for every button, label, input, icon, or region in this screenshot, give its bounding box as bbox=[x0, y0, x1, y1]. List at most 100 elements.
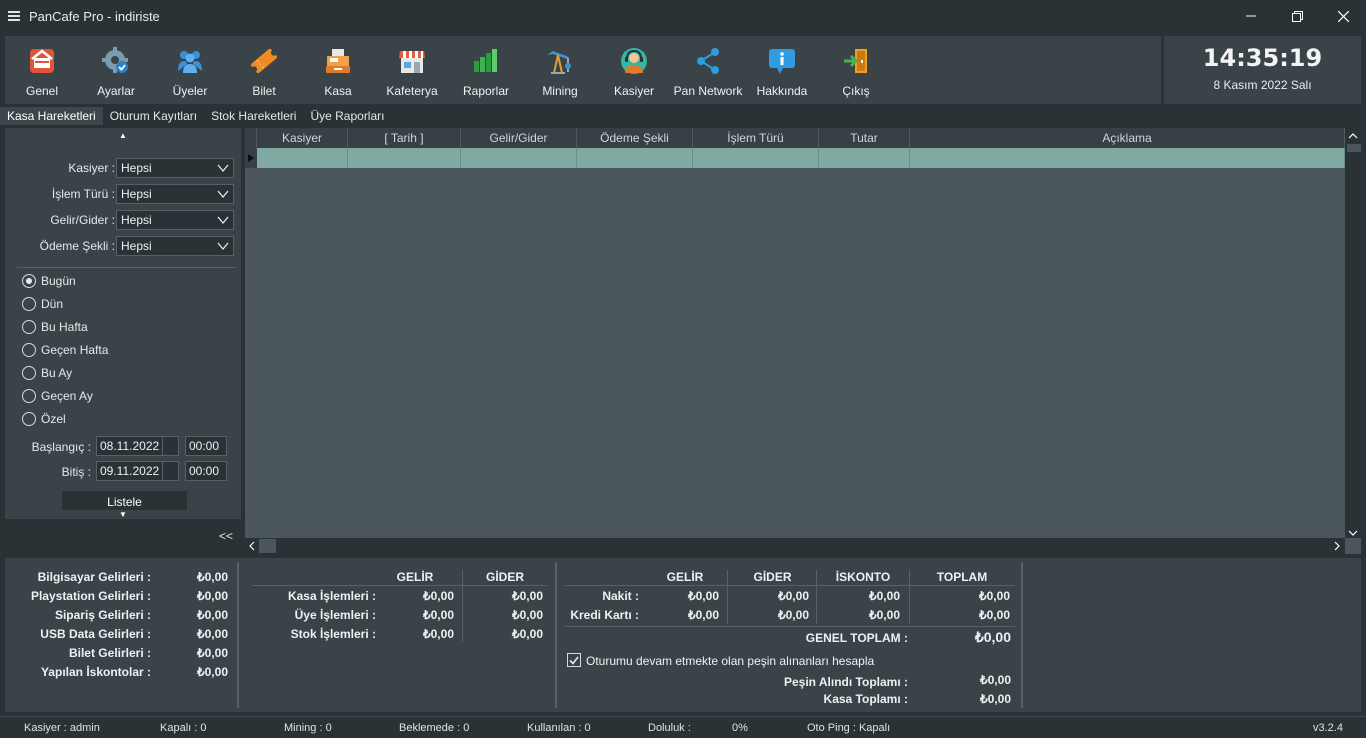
kasa-toplami-value: ₺0,00 bbox=[980, 692, 1011, 706]
pesin-hesapla-checkbox[interactable] bbox=[567, 653, 581, 667]
scroll-down-arrow-icon[interactable] bbox=[1348, 528, 1358, 539]
start-time-input[interactable]: 00:00 bbox=[185, 436, 227, 456]
column-header-odeme-sekli[interactable]: Ödeme Şekli bbox=[577, 128, 693, 148]
table-cell[interactable] bbox=[819, 148, 910, 168]
radio-ozel[interactable]: Özel bbox=[22, 411, 66, 427]
table-cell[interactable] bbox=[693, 148, 819, 168]
gelir-gider-filter: Gelir/Gider : Hepsi bbox=[5, 210, 241, 230]
bilgisayar-gelirleri-value: ₺0,00 bbox=[197, 570, 228, 584]
table-cell[interactable] bbox=[461, 148, 577, 168]
radio-bu-hafta[interactable]: Bu Hafta bbox=[22, 319, 88, 335]
close-button[interactable] bbox=[1320, 0, 1366, 32]
chevron-down-icon bbox=[217, 242, 229, 251]
horizontal-scrollbar[interactable] bbox=[245, 538, 1345, 554]
toolbar-label: Pan Network bbox=[673, 84, 743, 98]
toolbar-ayarlar-button[interactable]: Ayarlar bbox=[79, 36, 153, 104]
start-date-value: 08.11.2022 bbox=[100, 439, 160, 453]
islem-turu-value: Hepsi bbox=[121, 187, 152, 201]
radio-gecen-ay[interactable]: Geçen Ay bbox=[22, 388, 93, 404]
column-header-tutar[interactable]: Tutar bbox=[819, 128, 910, 148]
users-icon bbox=[175, 46, 205, 76]
table-cell[interactable] bbox=[257, 148, 348, 168]
table-cell[interactable] bbox=[348, 148, 461, 168]
vertical-scrollbar[interactable] bbox=[1345, 128, 1361, 538]
odeme-sekli-select[interactable]: Hepsi bbox=[116, 236, 234, 256]
toolbar-kasa-button[interactable]: Kasa bbox=[301, 36, 375, 104]
minimize-button[interactable] bbox=[1228, 0, 1274, 32]
toolbar-bilet-button[interactable]: Bilet bbox=[227, 36, 301, 104]
toolbar-pan-network-button[interactable]: Pan Network bbox=[671, 36, 745, 104]
end-date-input[interactable]: 09.11.2022 bbox=[96, 461, 179, 481]
pesin-hesapla-label[interactable]: Oturumu devam etmekte olan peşin alınanl… bbox=[586, 654, 874, 668]
tab-stok-hareketleri[interactable]: Stok Hareketleri bbox=[204, 107, 303, 125]
siparis-gelirleri-label: Sipariş Gelirleri : bbox=[54, 608, 151, 622]
table-cell[interactable] bbox=[910, 148, 1345, 168]
status-kapali: Kapalı : 0 bbox=[160, 722, 207, 734]
radio-bugun[interactable]: Bugün bbox=[22, 273, 76, 289]
kasiyer-select[interactable]: Hepsi bbox=[116, 158, 234, 178]
collapse-panel-button[interactable]: << bbox=[219, 529, 233, 543]
gelir-gider-label: Gelir/Gider : bbox=[50, 213, 115, 227]
restore-icon bbox=[1291, 10, 1303, 22]
nakit-label: Nakit : bbox=[602, 589, 639, 603]
exit-door-icon bbox=[841, 46, 871, 76]
tab-oturum-kayitlari[interactable]: Oturum Kayıtları bbox=[103, 107, 204, 125]
toolbar-label: Ayarlar bbox=[97, 84, 135, 98]
toolbar-uyeler-button[interactable]: Üyeler bbox=[153, 36, 227, 104]
nakit-toplam: ₺0,00 bbox=[979, 589, 1010, 603]
toolbar-raporlar-button[interactable]: Raporlar bbox=[449, 36, 523, 104]
gelir-gider-select[interactable]: Hepsi bbox=[116, 210, 234, 230]
toolbar-kasiyer-button[interactable]: Kasiyer bbox=[597, 36, 671, 104]
date-dropdown-icon[interactable] bbox=[162, 437, 178, 455]
scroll-up-icon[interactable]: ▲ bbox=[5, 128, 241, 142]
column-header-gelir-gider[interactable]: Gelir/Gider bbox=[461, 128, 577, 148]
kasa-islemleri-label: Kasa İşlemleri : bbox=[287, 589, 376, 603]
islem-turu-select[interactable]: Hepsi bbox=[116, 184, 234, 204]
share-nodes-icon bbox=[693, 46, 723, 76]
date-dropdown-icon[interactable] bbox=[162, 462, 178, 480]
radio-label: Bu Hafta bbox=[41, 320, 88, 334]
scroll-down-icon[interactable]: ▼ bbox=[5, 509, 241, 519]
filter-divider bbox=[17, 267, 235, 268]
kredi-karti-label: Kredi Kartı : bbox=[570, 608, 639, 622]
radio-dun[interactable]: Dün bbox=[22, 296, 63, 312]
close-icon bbox=[1337, 10, 1349, 22]
menu-icon[interactable] bbox=[8, 11, 22, 21]
tab-uye-raporlari[interactable]: Üye Raporları bbox=[303, 107, 391, 125]
bilet-gelirleri-value: ₺0,00 bbox=[197, 646, 228, 660]
column-divider bbox=[909, 570, 910, 624]
table-row[interactable] bbox=[245, 148, 1345, 168]
end-time-input[interactable]: 00:00 bbox=[185, 461, 227, 481]
column-header-aciklama[interactable]: Açıklama bbox=[910, 128, 1345, 148]
iskontolar-label: Yapılan İskontolar : bbox=[40, 665, 151, 679]
column-header-kasiyer[interactable]: Kasiyer bbox=[257, 128, 348, 148]
payments-iskonto-header: İSKONTO bbox=[835, 570, 891, 584]
listele-button[interactable]: Listele bbox=[62, 491, 187, 510]
radio-label: Bu Ay bbox=[41, 366, 73, 380]
vertical-scroll-thumb[interactable] bbox=[1347, 144, 1361, 152]
radio-gecen-hafta[interactable]: Geçen Hafta bbox=[22, 342, 108, 358]
tab-kasa-hareketleri[interactable]: Kasa Hareketleri bbox=[0, 107, 103, 125]
toolbar-hakkinda-button[interactable]: Hakkında bbox=[745, 36, 819, 104]
column-header-islem-turu[interactable]: İşlem Türü bbox=[693, 128, 819, 148]
start-date-input[interactable]: 08.11.2022 bbox=[96, 436, 179, 456]
restore-button[interactable] bbox=[1274, 0, 1320, 32]
toolbar-mining-button[interactable]: Mining bbox=[523, 36, 597, 104]
end-time-value: 00:00 bbox=[189, 464, 220, 478]
toolbar-cikis-button[interactable]: Çıkış bbox=[819, 36, 893, 104]
toolbar-kafeterya-button[interactable]: Kafeterya bbox=[375, 36, 449, 104]
scroll-up-arrow-icon[interactable] bbox=[1348, 131, 1358, 142]
radio-circle bbox=[22, 274, 36, 288]
toolbar-genel-button[interactable]: Genel bbox=[5, 36, 79, 104]
nakit-gelir: ₺0,00 bbox=[688, 589, 719, 603]
scroll-left-arrow-icon[interactable] bbox=[249, 541, 255, 554]
radio-bu-ay[interactable]: Bu Ay bbox=[22, 365, 72, 381]
column-header-tarih[interactable]: [ Tarih ] bbox=[348, 128, 461, 148]
radio-circle bbox=[22, 412, 36, 426]
minimize-icon bbox=[1246, 15, 1256, 17]
row-divider bbox=[565, 585, 1015, 586]
kredi-karti-gelir: ₺0,00 bbox=[688, 608, 719, 622]
table-cell[interactable] bbox=[577, 148, 693, 168]
horizontal-scroll-thumb[interactable] bbox=[259, 539, 276, 553]
scroll-right-arrow-icon[interactable] bbox=[1334, 541, 1340, 554]
